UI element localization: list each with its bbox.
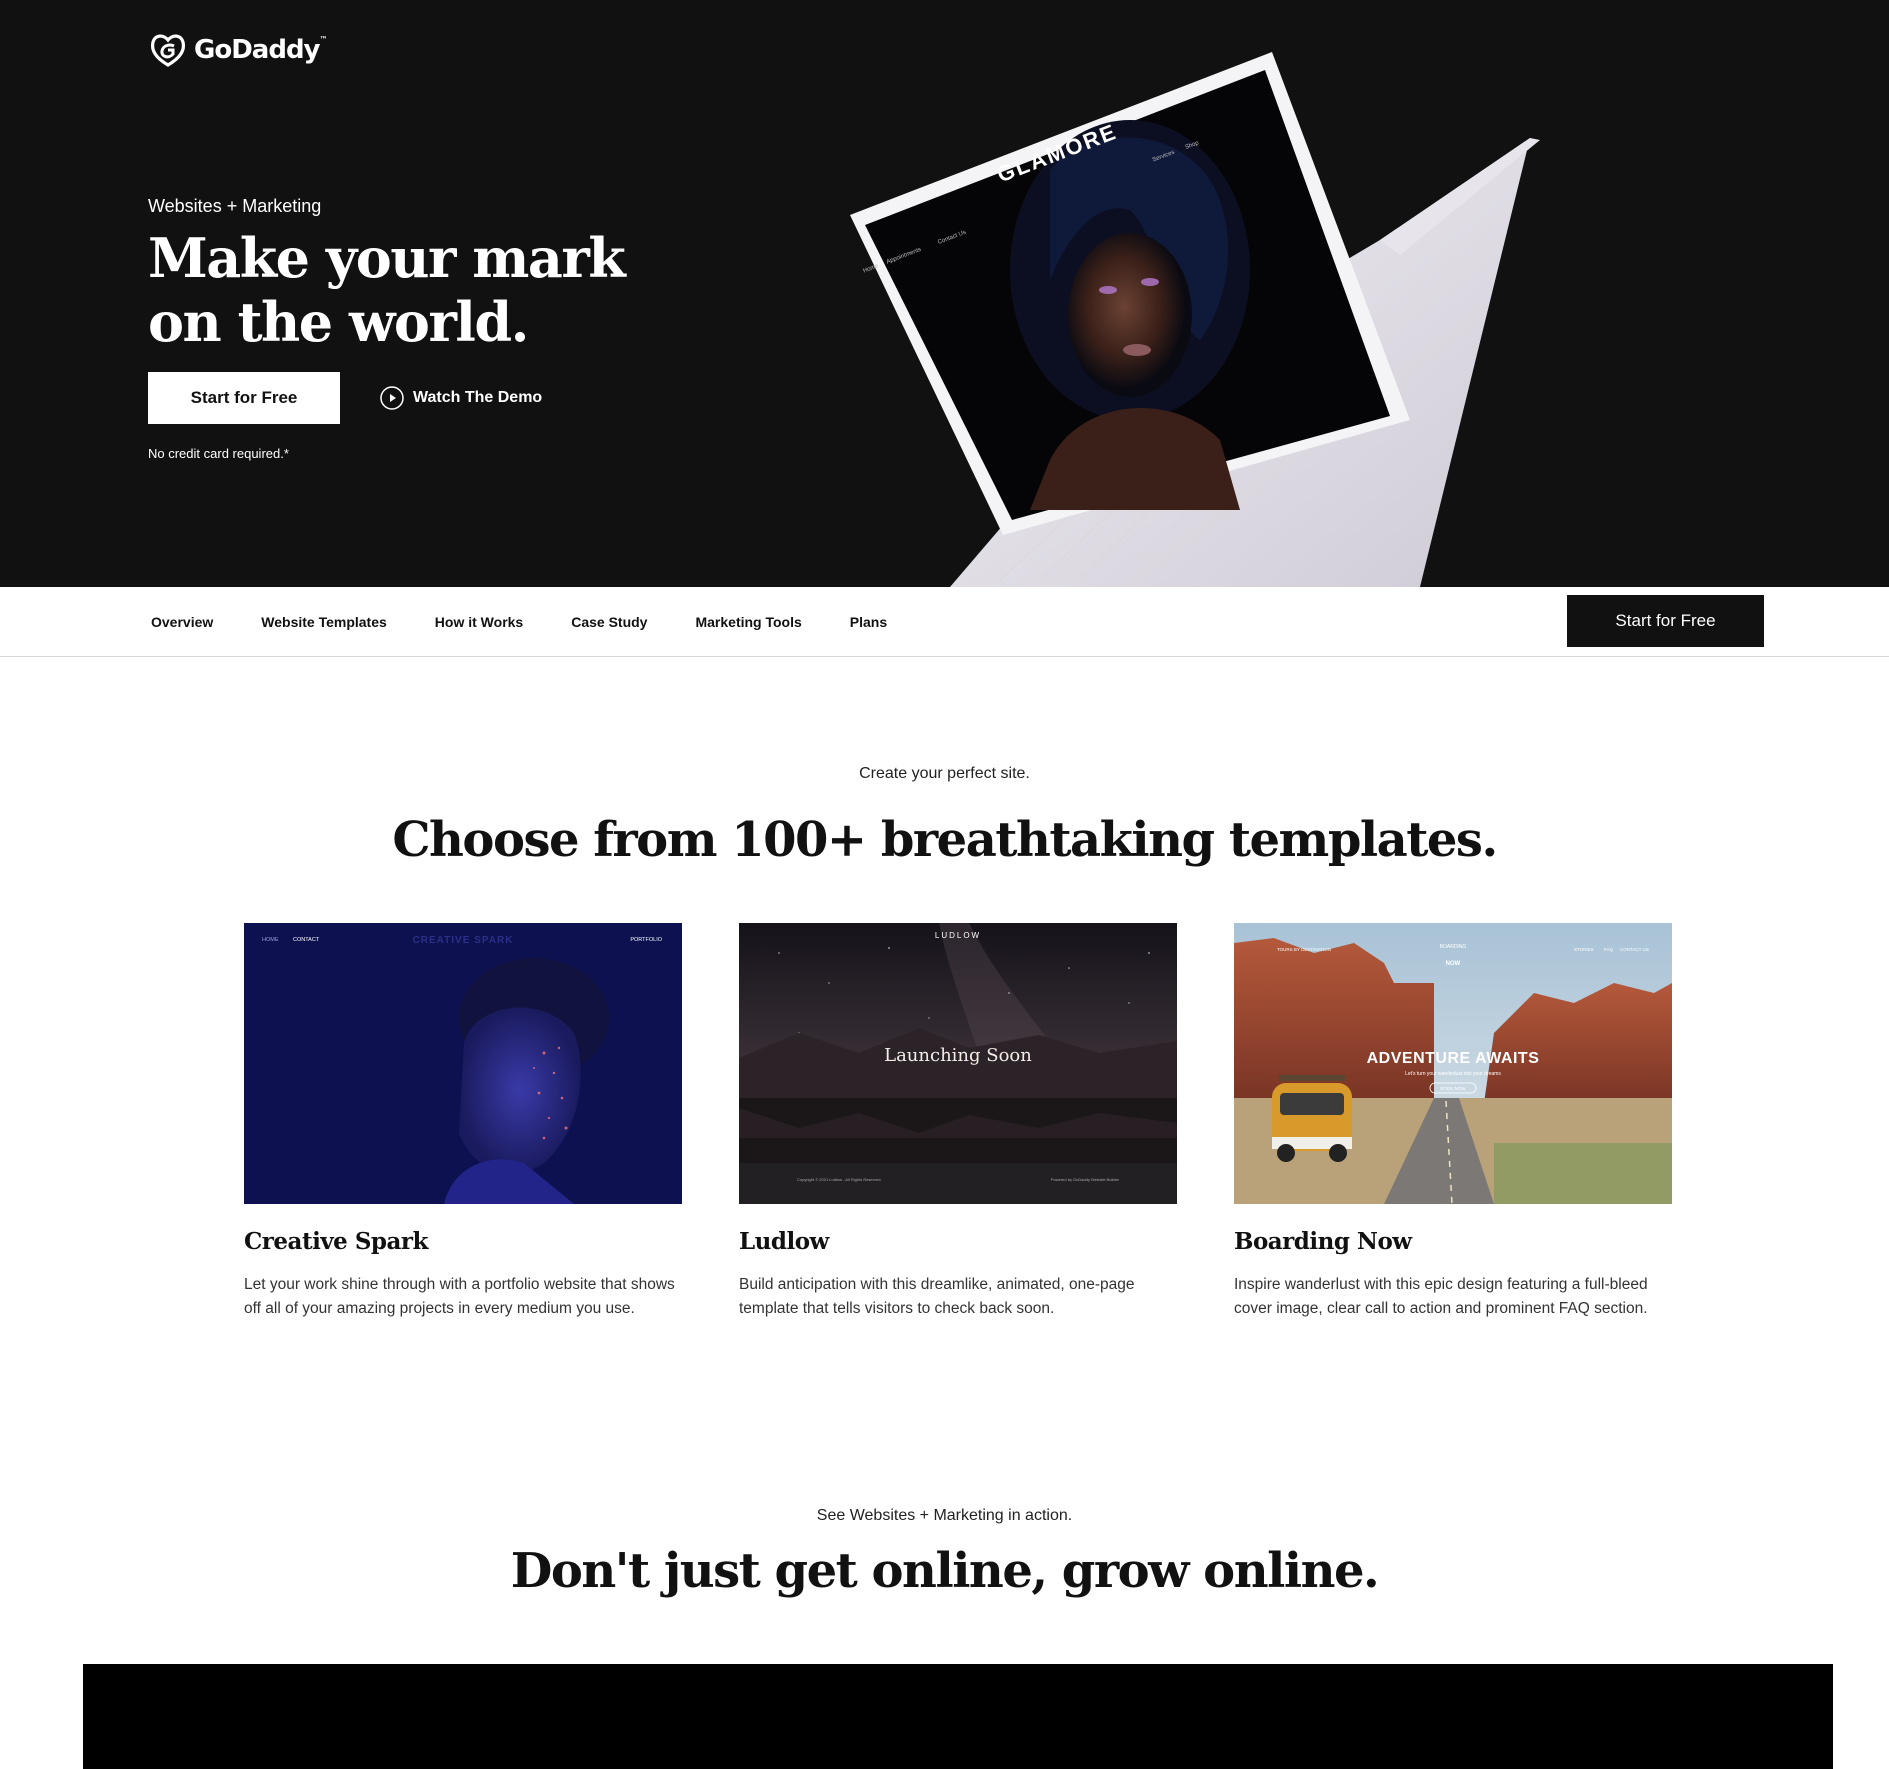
subnav-overview[interactable]: Overview xyxy=(151,614,213,630)
ludlow-copyright: Copyright © 2021 Ludlow - All Rights Res… xyxy=(797,1177,882,1182)
subnav-marketing-tools[interactable]: Marketing Tools xyxy=(695,614,801,630)
hero-eyebrow: Websites + Marketing xyxy=(148,196,322,216)
bn-nav-tours: TOURS BY DESTINATION xyxy=(1277,947,1331,952)
hero-title: Make your mark on the world. xyxy=(148,226,708,354)
creative-spark-preview[interactable]: HOME CONTACT CREATIVE SPARK PORTFOLIO xyxy=(244,923,682,1204)
ludlow-image: LUDLOW Launching Soon Copyright © 2021 L… xyxy=(739,923,1177,1204)
creative-spark-title[interactable]: Creative Spark xyxy=(244,1228,682,1255)
template-card-boarding-now: TOURS BY DESTINATION BOARDING NOW STORIE… xyxy=(1234,923,1672,1321)
bn-nav-stories: STORIES xyxy=(1574,947,1594,952)
logo-wordmark: GoDaddy™ xyxy=(194,35,328,65)
hero-title-line-1: Make your mark xyxy=(148,226,626,290)
hero-title-line-2: on the world. xyxy=(148,290,529,354)
creative-spark-description: Let your work shine through with a portf… xyxy=(244,1276,675,1317)
ludlow-title[interactable]: Ludlow xyxy=(739,1228,1177,1255)
cs-nav-contact: CONTACT xyxy=(293,937,320,943)
demo-video-area[interactable] xyxy=(83,1664,1833,1769)
bn-nav-faq: FAQ xyxy=(1604,947,1614,952)
cs-nav-home: HOME xyxy=(262,937,279,943)
ludlow-description: Build anticipation with this dreamlike, … xyxy=(739,1276,1135,1317)
bn-nav-contact: CONTACT US xyxy=(1620,947,1649,952)
boarding-now-title[interactable]: Boarding Now xyxy=(1234,1228,1672,1255)
bn-subline: Let's turn your wanderlust into your dre… xyxy=(1405,1071,1501,1077)
creative-spark-image: HOME CONTACT CREATIVE SPARK PORTFOLIO xyxy=(244,923,682,1204)
play-circle-icon xyxy=(380,386,404,410)
watch-demo-link[interactable]: Watch The Demo xyxy=(380,386,542,410)
ludlow-brand: LUDLOW xyxy=(935,931,981,940)
subnav-plans[interactable]: Plans xyxy=(850,614,887,630)
ludlow-preview[interactable]: LUDLOW Launching Soon Copyright © 2021 L… xyxy=(739,923,1177,1204)
boarding-now-preview[interactable]: TOURS BY DESTINATION BOARDING NOW STORIE… xyxy=(1234,923,1672,1204)
action-title: Don't just get online, grow online. xyxy=(510,1543,1380,1599)
cs-nav-portfolio: PORTFOLIO xyxy=(630,937,662,943)
templates-title: Choose from 100+ breathtaking templates. xyxy=(392,812,1498,868)
subnav-how-it-works[interactable]: How it Works xyxy=(435,614,523,630)
bn-headline: ADVENTURE AWAITS xyxy=(1367,1050,1540,1067)
yellow-van xyxy=(1272,1075,1352,1162)
no-credit-card-note: No credit card required.* xyxy=(148,446,289,461)
cs-brand: CREATIVE SPARK xyxy=(413,935,514,946)
template-card-ludlow: LUDLOW Launching Soon Copyright © 2021 L… xyxy=(739,923,1177,1321)
ludlow-headline: Launching Soon xyxy=(884,1045,1032,1066)
boarding-now-image: TOURS BY DESTINATION BOARDING NOW STORIE… xyxy=(1234,923,1672,1204)
godaddy-logo[interactable]: GoDaddy™ xyxy=(148,32,328,68)
watch-demo-label: Watch The Demo xyxy=(413,389,543,406)
hero-section: GoDaddy™ Websites + Marketing Make your … xyxy=(0,0,1889,587)
laptop-nav-home: Home xyxy=(862,263,880,275)
ludlow-powered-by: Powered by GoDaddy Website Builder xyxy=(1051,1177,1120,1182)
subnav-case-study[interactable]: Case Study xyxy=(571,614,647,630)
boarding-now-description: Inspire wanderlust with this epic design… xyxy=(1234,1276,1648,1317)
subnav-start-free-button[interactable]: Start for Free xyxy=(1567,595,1764,647)
action-eyebrow: See Websites + Marketing in action. xyxy=(816,1507,1073,1524)
bn-brand-line1: BOARDING xyxy=(1440,944,1467,950)
laptop-illustration: GLAMORE Home Appointments Contact Us Ser… xyxy=(850,52,1540,587)
bn-book-button: BOOK NOW xyxy=(1440,1086,1466,1091)
template-card-creative-spark: HOME CONTACT CREATIVE SPARK PORTFOLIO Cr… xyxy=(244,923,682,1321)
godaddy-logo-icon xyxy=(150,34,186,67)
templates-eyebrow: Create your perfect site. xyxy=(859,765,1030,782)
hero-start-free-button[interactable]: Start for Free xyxy=(148,372,340,424)
subnav-website-templates[interactable]: Website Templates xyxy=(261,614,387,630)
subnav-links: Overview Website Templates How it Works … xyxy=(151,587,935,657)
bn-brand-line2: NOW xyxy=(1446,961,1461,967)
section-subnav: Overview Website Templates How it Works … xyxy=(0,587,1889,657)
